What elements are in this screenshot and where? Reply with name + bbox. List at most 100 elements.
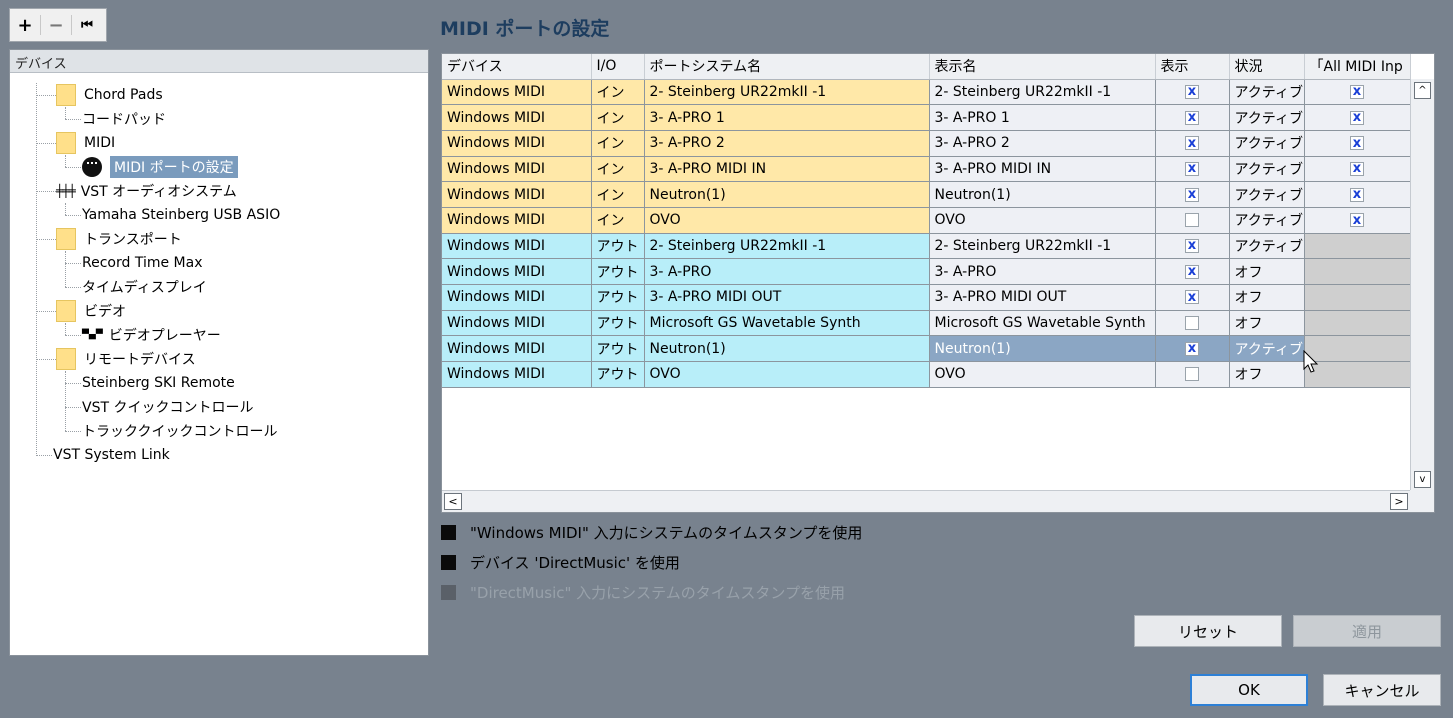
tree-item-time-display[interactable]: タイムディスプレイ [82, 275, 207, 299]
cell-device[interactable]: Windows MIDI [442, 79, 592, 106]
cell-all-midi-inputs[interactable]: x [1304, 130, 1411, 157]
table-row[interactable]: Windows MIDI イン 3- A-PRO 2 3- A-PRO 2 x アクティブ… [442, 130, 1411, 157]
table-row[interactable]: Windows MIDI アウト OVO OVO オフ [442, 361, 1411, 388]
scroll-down-icon[interactable]: v [1414, 471, 1431, 488]
column-header-show[interactable]: 表示 [1155, 54, 1230, 80]
checkbox[interactable]: x [1350, 110, 1364, 125]
checkbox-icon[interactable] [441, 525, 456, 540]
cell-device[interactable]: Windows MIDI [442, 310, 592, 337]
tree-item-track-quick-controls[interactable]: トラッククイックコントロール [82, 419, 277, 443]
ok-button[interactable]: OK [1190, 674, 1308, 706]
cell-status[interactable]: アクティブ [1229, 79, 1305, 106]
cell-device[interactable]: Windows MIDI [442, 284, 592, 311]
checkbox[interactable]: x [1350, 136, 1364, 151]
cell-status[interactable]: アクティブ [1229, 335, 1305, 363]
remove-button[interactable]: − [41, 9, 71, 41]
option-use-directmusic[interactable]: デバイス 'DirectMusic' を使用 [441, 552, 680, 573]
cell-status[interactable]: アクティブ [1229, 233, 1305, 260]
cell-device[interactable]: Windows MIDI [442, 233, 592, 260]
tree-item-midi-port-settings[interactable]: MIDI ポートの設定 [82, 155, 238, 179]
cell-all-midi-inputs[interactable]: x [1304, 181, 1411, 208]
cell-device[interactable]: Windows MIDI [442, 258, 592, 285]
cell-show[interactable]: x [1155, 258, 1230, 285]
cell-device[interactable]: Windows MIDI [442, 130, 592, 157]
column-header-display-name[interactable]: 表示名 [929, 54, 1156, 80]
scroll-right-icon[interactable]: > [1390, 493, 1408, 510]
column-header-port-system-name[interactable]: ポートシステム名 [644, 54, 930, 80]
table-row[interactable]: Windows MIDI アウト Microsoft GS Wavetable Sy… [442, 310, 1411, 337]
checkbox[interactable]: x [1185, 264, 1199, 279]
cell-show[interactable]: x [1155, 156, 1230, 183]
cell-show[interactable]: x [1155, 79, 1230, 106]
option-windows-midi-timestamp[interactable]: "Windows MIDI" 入力にシステムのタイムスタンプを使用 [441, 522, 862, 543]
tree-item-chord-pads[interactable]: Chord Pads [56, 83, 163, 107]
column-header-io[interactable]: I/O [591, 54, 645, 80]
column-header-status[interactable]: 状況 [1229, 54, 1305, 80]
reset-button[interactable]: リセット [1134, 615, 1282, 647]
cell-status[interactable]: オフ [1229, 284, 1305, 311]
cell-io[interactable]: アウト [591, 335, 645, 363]
cell-port-system-name[interactable]: 3- A-PRO 2 [644, 130, 930, 157]
checkbox[interactable]: x [1350, 187, 1364, 202]
checkbox[interactable]: x [1185, 341, 1199, 356]
cell-display-name[interactable]: 2- Steinberg UR22mkII -1 [929, 233, 1156, 260]
cell-status[interactable]: オフ [1229, 310, 1305, 337]
cancel-button[interactable]: キャンセル [1323, 674, 1441, 706]
checkbox[interactable]: x [1350, 213, 1364, 228]
cell-port-system-name[interactable]: Microsoft GS Wavetable Synth [644, 310, 930, 337]
reset-device-button[interactable]: ⏮ [72, 9, 102, 41]
checkbox-icon[interactable] [441, 555, 456, 570]
cell-port-system-name[interactable]: 3- A-PRO 1 [644, 104, 930, 131]
cell-port-system-name[interactable]: 3- A-PRO MIDI OUT [644, 284, 930, 311]
cell-all-midi-inputs[interactable] [1304, 258, 1411, 285]
checkbox[interactable] [1185, 213, 1199, 228]
cell-io[interactable]: イン [591, 79, 645, 106]
cell-display-name[interactable]: 3- A-PRO 2 [929, 130, 1156, 157]
cell-device[interactable]: Windows MIDI [442, 104, 592, 131]
cell-io[interactable]: アウト [591, 310, 645, 337]
cell-display-name[interactable]: Microsoft GS Wavetable Synth [929, 310, 1156, 337]
cell-display-name[interactable]: 3- A-PRO 1 [929, 104, 1156, 131]
checkbox[interactable]: x [1185, 161, 1199, 176]
tree-item-vst-quick-controls[interactable]: VST クイックコントロール [82, 395, 253, 419]
cell-display-name[interactable]: OVO [929, 207, 1156, 234]
checkbox[interactable]: x [1350, 161, 1364, 176]
cell-show[interactable] [1155, 361, 1230, 388]
cell-all-midi-inputs[interactable] [1304, 335, 1411, 363]
cell-status[interactable]: アクティブ [1229, 156, 1305, 183]
checkbox[interactable]: x [1185, 84, 1199, 99]
vertical-scrollbar[interactable]: ^ v [1410, 79, 1434, 491]
tree-item-midi[interactable]: MIDI [56, 131, 115, 155]
cell-io[interactable]: イン [591, 156, 645, 183]
cell-port-system-name[interactable]: OVO [644, 207, 930, 234]
cell-io[interactable]: アウト [591, 361, 645, 388]
checkbox[interactable] [1185, 367, 1199, 382]
add-button[interactable]: + [10, 9, 40, 41]
cell-all-midi-inputs[interactable] [1304, 233, 1411, 260]
tree-item-record-time-max[interactable]: Record Time Max [82, 251, 202, 275]
cell-show[interactable]: x [1155, 181, 1230, 208]
table-row[interactable]: Windows MIDI アウト 3- A-PRO MIDI OUT 3- A-PRO… [442, 284, 1411, 311]
checkbox[interactable]: x [1350, 84, 1364, 99]
scroll-up-icon[interactable]: ^ [1414, 82, 1431, 99]
cell-io[interactable]: イン [591, 207, 645, 234]
tree-item-chord-pads-jp[interactable]: コードパッド [82, 107, 166, 131]
cell-display-name[interactable]: OVO [929, 361, 1156, 388]
checkbox[interactable] [1185, 316, 1199, 331]
cell-all-midi-inputs[interactable]: x [1304, 156, 1411, 183]
cell-status[interactable]: アクティブ [1229, 104, 1305, 131]
cell-port-system-name[interactable]: 3- A-PRO MIDI IN [644, 156, 930, 183]
cell-show[interactable]: x [1155, 335, 1230, 363]
cell-io[interactable]: アウト [591, 284, 645, 311]
cell-io[interactable]: イン [591, 104, 645, 131]
tree-item-video[interactable]: ビデオ [56, 299, 126, 323]
cell-show[interactable]: x [1155, 104, 1230, 131]
cell-all-midi-inputs[interactable]: x [1304, 79, 1411, 106]
cell-display-name[interactable]: 2- Steinberg UR22mkII -1 [929, 79, 1156, 106]
cell-io[interactable]: イン [591, 130, 645, 157]
scroll-left-icon[interactable]: < [444, 493, 462, 510]
tree-item-transport[interactable]: トランスポート [56, 227, 182, 251]
cell-show[interactable]: x [1155, 130, 1230, 157]
cell-port-system-name[interactable]: 2- Steinberg UR22mkII -1 [644, 233, 930, 260]
horizontal-scrollbar[interactable]: < > [442, 490, 1412, 512]
